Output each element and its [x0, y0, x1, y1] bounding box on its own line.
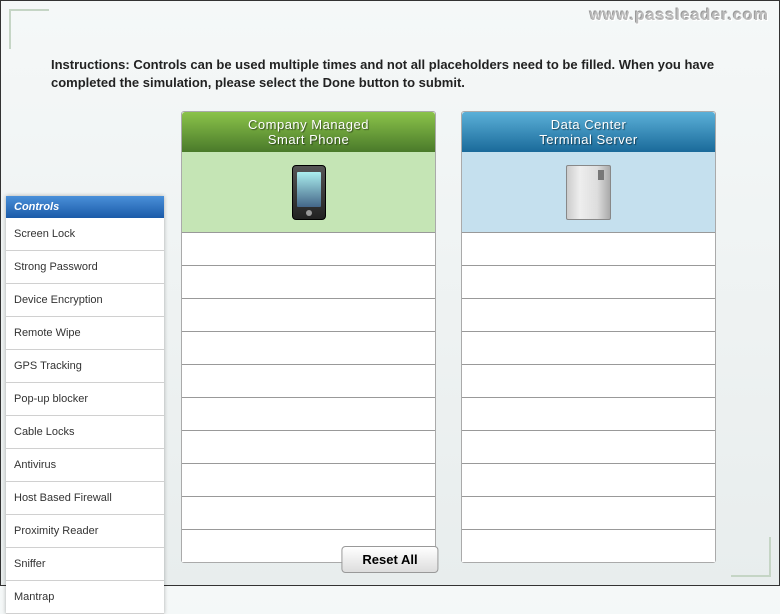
control-item[interactable]: Strong Password	[6, 251, 164, 284]
drop-slot[interactable]	[182, 463, 435, 496]
control-item[interactable]: Remote Wipe	[6, 317, 164, 350]
controls-header: Controls	[6, 196, 164, 218]
panel-image-area	[182, 152, 435, 232]
control-item[interactable]: Device Encryption	[6, 284, 164, 317]
drop-slot[interactable]	[182, 232, 435, 265]
smartphone-icon	[292, 165, 326, 220]
control-item[interactable]: Sniffer	[6, 548, 164, 581]
control-item[interactable]: Antivirus	[6, 449, 164, 482]
server-icon	[566, 165, 611, 220]
control-item[interactable]: Proximity Reader	[6, 515, 164, 548]
watermark-text: www.passleader.com	[590, 7, 769, 25]
drop-slot[interactable]	[182, 298, 435, 331]
drop-slot[interactable]	[462, 298, 715, 331]
control-item[interactable]: Pop-up blocker	[6, 383, 164, 416]
drop-panel-smartphone: Company Managed Smart Phone	[181, 111, 436, 563]
drop-slot[interactable]	[462, 232, 715, 265]
drop-rows	[182, 232, 435, 562]
drop-slot[interactable]	[462, 463, 715, 496]
panel-header: Data Center Terminal Server	[462, 112, 715, 152]
drop-slot[interactable]	[182, 331, 435, 364]
corner-decoration	[9, 9, 49, 49]
panel-title-line2: Terminal Server	[539, 132, 638, 147]
drop-slot[interactable]	[182, 496, 435, 529]
panel-header: Company Managed Smart Phone	[182, 112, 435, 152]
drop-slot[interactable]	[462, 529, 715, 562]
drop-slot[interactable]	[182, 397, 435, 430]
drop-panel-server: Data Center Terminal Server	[461, 111, 716, 563]
corner-decoration	[731, 537, 771, 577]
drop-slot[interactable]	[462, 496, 715, 529]
control-item[interactable]: Cable Locks	[6, 416, 164, 449]
drop-slot[interactable]	[182, 265, 435, 298]
controls-panel: Controls Screen Lock Strong Password Dev…	[6, 196, 164, 614]
panel-image-area	[462, 152, 715, 232]
drop-slot[interactable]	[182, 430, 435, 463]
drop-rows	[462, 232, 715, 562]
panel-title-line1: Data Center	[551, 117, 627, 132]
instructions-text: Instructions: Controls can be used multi…	[51, 56, 749, 92]
drop-slot[interactable]	[462, 364, 715, 397]
reset-all-button[interactable]: Reset All	[341, 546, 438, 573]
drop-slot[interactable]	[462, 331, 715, 364]
panel-title-line2: Smart Phone	[268, 132, 349, 147]
drop-slot[interactable]	[462, 397, 715, 430]
drop-slot[interactable]	[462, 430, 715, 463]
drop-slot[interactable]	[182, 364, 435, 397]
control-item[interactable]: GPS Tracking	[6, 350, 164, 383]
control-item[interactable]: Host Based Firewall	[6, 482, 164, 515]
control-item[interactable]: Screen Lock	[6, 218, 164, 251]
panel-title-line1: Company Managed	[248, 117, 369, 132]
drop-slot[interactable]	[462, 265, 715, 298]
